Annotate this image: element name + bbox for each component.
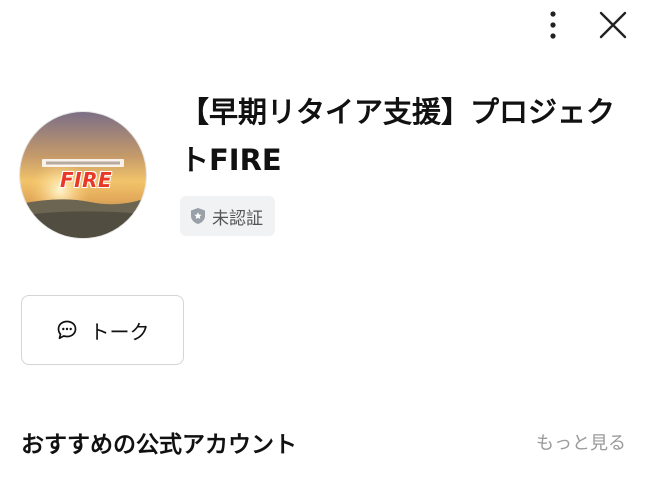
avatar-logo-text: FIRE: [60, 168, 113, 192]
profile-info: 【早期リタイア支援】プロジェクトFIRE 未認証: [180, 88, 620, 238]
account-name: 【早期リタイア支援】プロジェクトFIRE: [180, 95, 616, 177]
close-icon: [599, 11, 627, 39]
see-more-link[interactable]: もっと見る: [536, 429, 626, 455]
top-actions: [536, 8, 630, 42]
recommended-section-header: おすすめの公式アカウント もっと見る: [21, 425, 626, 459]
status-badge[interactable]: 未認証: [180, 196, 275, 236]
more-options-button[interactable]: [536, 8, 570, 42]
close-button[interactable]: [596, 8, 630, 42]
talk-button[interactable]: トーク: [21, 295, 184, 365]
chat-bubble-icon: [57, 320, 76, 340]
recommended-title: おすすめの公式アカウント: [21, 432, 297, 458]
status-badge-label: 未認証: [212, 208, 263, 229]
avatar[interactable]: FIRE: [20, 112, 146, 238]
talk-button-label: トーク: [89, 319, 150, 344]
shield-star-icon: [191, 208, 205, 224]
more-vertical-icon: [550, 11, 556, 39]
profile-section: FIRE 【早期リタイア支援】プロジェクトFIRE 未認証: [20, 88, 620, 238]
